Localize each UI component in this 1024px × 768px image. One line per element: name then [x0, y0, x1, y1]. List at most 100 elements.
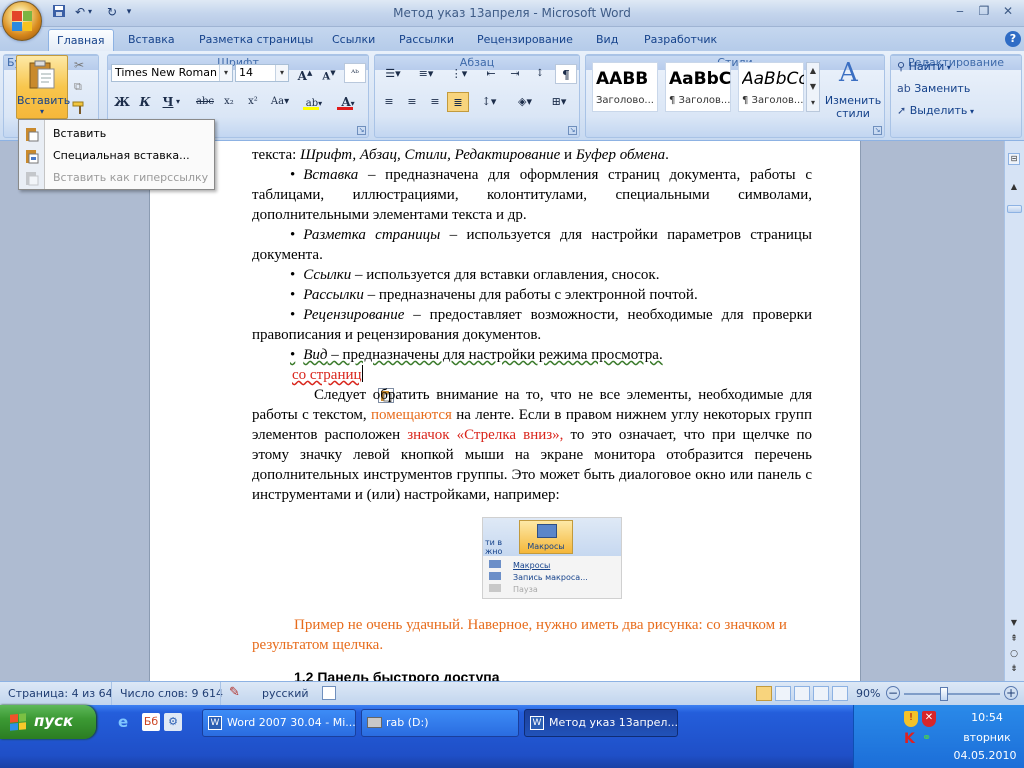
close-button[interactable]: ✕: [998, 3, 1018, 21]
paragraph-dialog-launcher-icon[interactable]: ↘: [568, 126, 577, 135]
change-case-button[interactable]: Aa▾: [266, 92, 294, 112]
language-indicator[interactable]: русский: [262, 687, 309, 700]
task-metod-ukaz[interactable]: W Метод указ 13апрел...: [524, 709, 678, 737]
paragraph: Следует обратить внимание на то, что не …: [252, 385, 812, 505]
tab-developer[interactable]: Разработчик: [636, 29, 725, 51]
word-count[interactable]: Число слов: 9 614: [120, 687, 223, 700]
document-area[interactable]: текста: Шрифт, Абзац, Стили, Редактирова…: [0, 141, 1004, 681]
security-alert-icon[interactable]: ✕: [922, 711, 936, 727]
underline-dropdown-icon[interactable]: ▾: [173, 92, 183, 112]
tab-insert[interactable]: Вставка: [120, 29, 183, 51]
zoom-slider-thumb[interactable]: [940, 687, 948, 701]
office-button[interactable]: [2, 1, 42, 41]
help-icon[interactable]: ?: [1005, 31, 1021, 47]
decrease-indent-button[interactable]: ⇤: [480, 64, 502, 84]
zoom-out-icon[interactable]: −: [886, 686, 900, 700]
grow-font-icon[interactable]: A▲: [294, 63, 316, 83]
document-page[interactable]: текста: Шрифт, Абзац, Стили, Редактирова…: [149, 141, 861, 681]
style-name: ¶ Заголов...: [669, 95, 731, 106]
cut-icon[interactable]: ✂: [74, 58, 88, 72]
align-center-button[interactable]: ≡: [401, 92, 423, 112]
status-bar: Страница: 4 из 64 Число слов: 9 614 ✎ ру…: [0, 681, 1024, 706]
quick-launch-icon[interactable]: Бб: [142, 713, 160, 731]
task-folder-rab[interactable]: rab (D:): [361, 709, 519, 737]
show-marks-button[interactable]: ¶: [555, 64, 577, 84]
line-spacing-button[interactable]: ↕▾: [474, 92, 504, 112]
multilevel-list-button[interactable]: ⋮▾: [444, 64, 474, 84]
vertical-scrollbar[interactable]: ⊟ ▲ ▼ ⇞ ○ ⇟: [1004, 141, 1024, 681]
macro-record-icon[interactable]: [322, 686, 336, 700]
tab-home[interactable]: Главная: [48, 29, 114, 51]
styles-scroll[interactable]: ▲ ▼ ▾: [806, 62, 820, 112]
font-size-select[interactable]: 14 ▾: [235, 64, 289, 82]
quick-launch-icon-2[interactable]: ⚙: [164, 713, 182, 731]
menu-item-paste-special[interactable]: Специальная вставка...: [19, 145, 214, 167]
find-button[interactable]: ⚲ Найти ▾: [897, 59, 1007, 75]
page-indicator[interactable]: Страница: 4 из 64: [8, 687, 113, 700]
prev-page-icon[interactable]: ⇞: [1008, 633, 1020, 645]
next-page-icon[interactable]: ⇟: [1008, 663, 1020, 675]
network-icon[interactable]: ⚭: [922, 731, 936, 747]
menu-item-paste-hyperlink[interactable]: Вставить как гиперссылку: [19, 167, 214, 189]
scroll-up-icon[interactable]: ▲: [1008, 181, 1020, 193]
format-painter-icon[interactable]: [72, 101, 88, 115]
security-shield-icon[interactable]: !: [904, 711, 918, 727]
select-button[interactable]: ➚ Выделить ▾: [897, 103, 1007, 119]
change-styles-button[interactable]: A Изменить стили: [822, 58, 884, 120]
highlight-button[interactable]: ab ▾: [300, 92, 328, 112]
style-heading-3[interactable]: AaBbCc ¶ Заголов...: [738, 62, 804, 112]
borders-button[interactable]: ⊞▾: [544, 92, 574, 112]
bold-button[interactable]: Ж: [111, 92, 133, 112]
ie-icon[interactable]: e: [118, 713, 136, 731]
tab-page-layout[interactable]: Разметка страницы: [191, 29, 321, 51]
print-layout-icon[interactable]: [756, 686, 772, 701]
tab-mailings[interactable]: Рассылки: [391, 29, 462, 51]
align-left-button[interactable]: ≡: [378, 92, 400, 112]
zoom-in-icon[interactable]: +: [1004, 686, 1018, 700]
font-dialog-launcher-icon[interactable]: ↘: [357, 126, 366, 135]
scroll-thumb[interactable]: [1007, 205, 1022, 213]
task-word-2007[interactable]: W Word 2007 30.04 - Mi...: [202, 709, 356, 737]
ruler-toggle-icon[interactable]: ⊟: [1008, 153, 1020, 165]
font-color-button[interactable]: A ▾: [334, 92, 362, 112]
antivirus-icon[interactable]: K: [904, 731, 918, 747]
minimize-button[interactable]: ‒: [950, 3, 970, 21]
web-layout-icon[interactable]: [794, 686, 810, 701]
restore-button[interactable]: ❐: [974, 3, 994, 21]
style-heading-2[interactable]: AaBbC ¶ Заголов...: [665, 62, 731, 112]
draft-icon[interactable]: [832, 686, 848, 701]
shrink-font-icon[interactable]: A▼: [318, 63, 340, 83]
strikethrough-button[interactable]: abc: [194, 92, 216, 112]
tab-view[interactable]: Вид: [588, 29, 626, 51]
italic-button[interactable]: К: [134, 92, 156, 112]
superscript-button[interactable]: x²: [242, 92, 264, 112]
tab-review[interactable]: Рецензирование: [469, 29, 581, 51]
proofing-icon[interactable]: ✎: [229, 685, 240, 700]
align-right-button[interactable]: ≡: [424, 92, 446, 112]
style-heading-1[interactable]: AABB Заголово...: [592, 62, 658, 112]
justify-button[interactable]: ≣: [447, 92, 469, 112]
zoom-level[interactable]: 90%: [856, 687, 880, 700]
paste-button[interactable]: Вставить ▾: [16, 55, 70, 119]
start-button[interactable]: пуск: [0, 705, 96, 739]
clear-formatting-icon[interactable]: ᴬᵇ: [344, 63, 366, 83]
sort-button[interactable]: ↕: [529, 64, 551, 84]
replace-button[interactable]: ab Заменить: [897, 81, 1007, 97]
browse-object-icon[interactable]: ○: [1008, 648, 1020, 660]
font-name-select[interactable]: Times New Roman ▾: [111, 64, 233, 82]
clock-time[interactable]: 10:54: [962, 711, 1012, 724]
zoom-slider[interactable]: [904, 693, 1000, 695]
shading-button[interactable]: ◈▾: [510, 92, 540, 112]
full-screen-reading-icon[interactable]: [775, 686, 791, 701]
numbering-button[interactable]: ≡▾: [411, 64, 441, 84]
increase-indent-button[interactable]: ⇥: [504, 64, 526, 84]
outline-icon[interactable]: [813, 686, 829, 701]
scroll-down-icon[interactable]: ▼: [1008, 617, 1020, 629]
styles-dialog-launcher-icon[interactable]: ↘: [873, 126, 882, 135]
bullets-button[interactable]: ☰▾: [378, 64, 408, 84]
copy-icon[interactable]: ⧉: [74, 80, 88, 94]
subscript-button[interactable]: x₂: [218, 92, 240, 112]
tab-references[interactable]: Ссылки: [324, 29, 383, 51]
menu-item-paste[interactable]: Вставить: [19, 123, 214, 145]
bullet-item: Рассылки – предназначены для работы с эл…: [252, 285, 812, 305]
